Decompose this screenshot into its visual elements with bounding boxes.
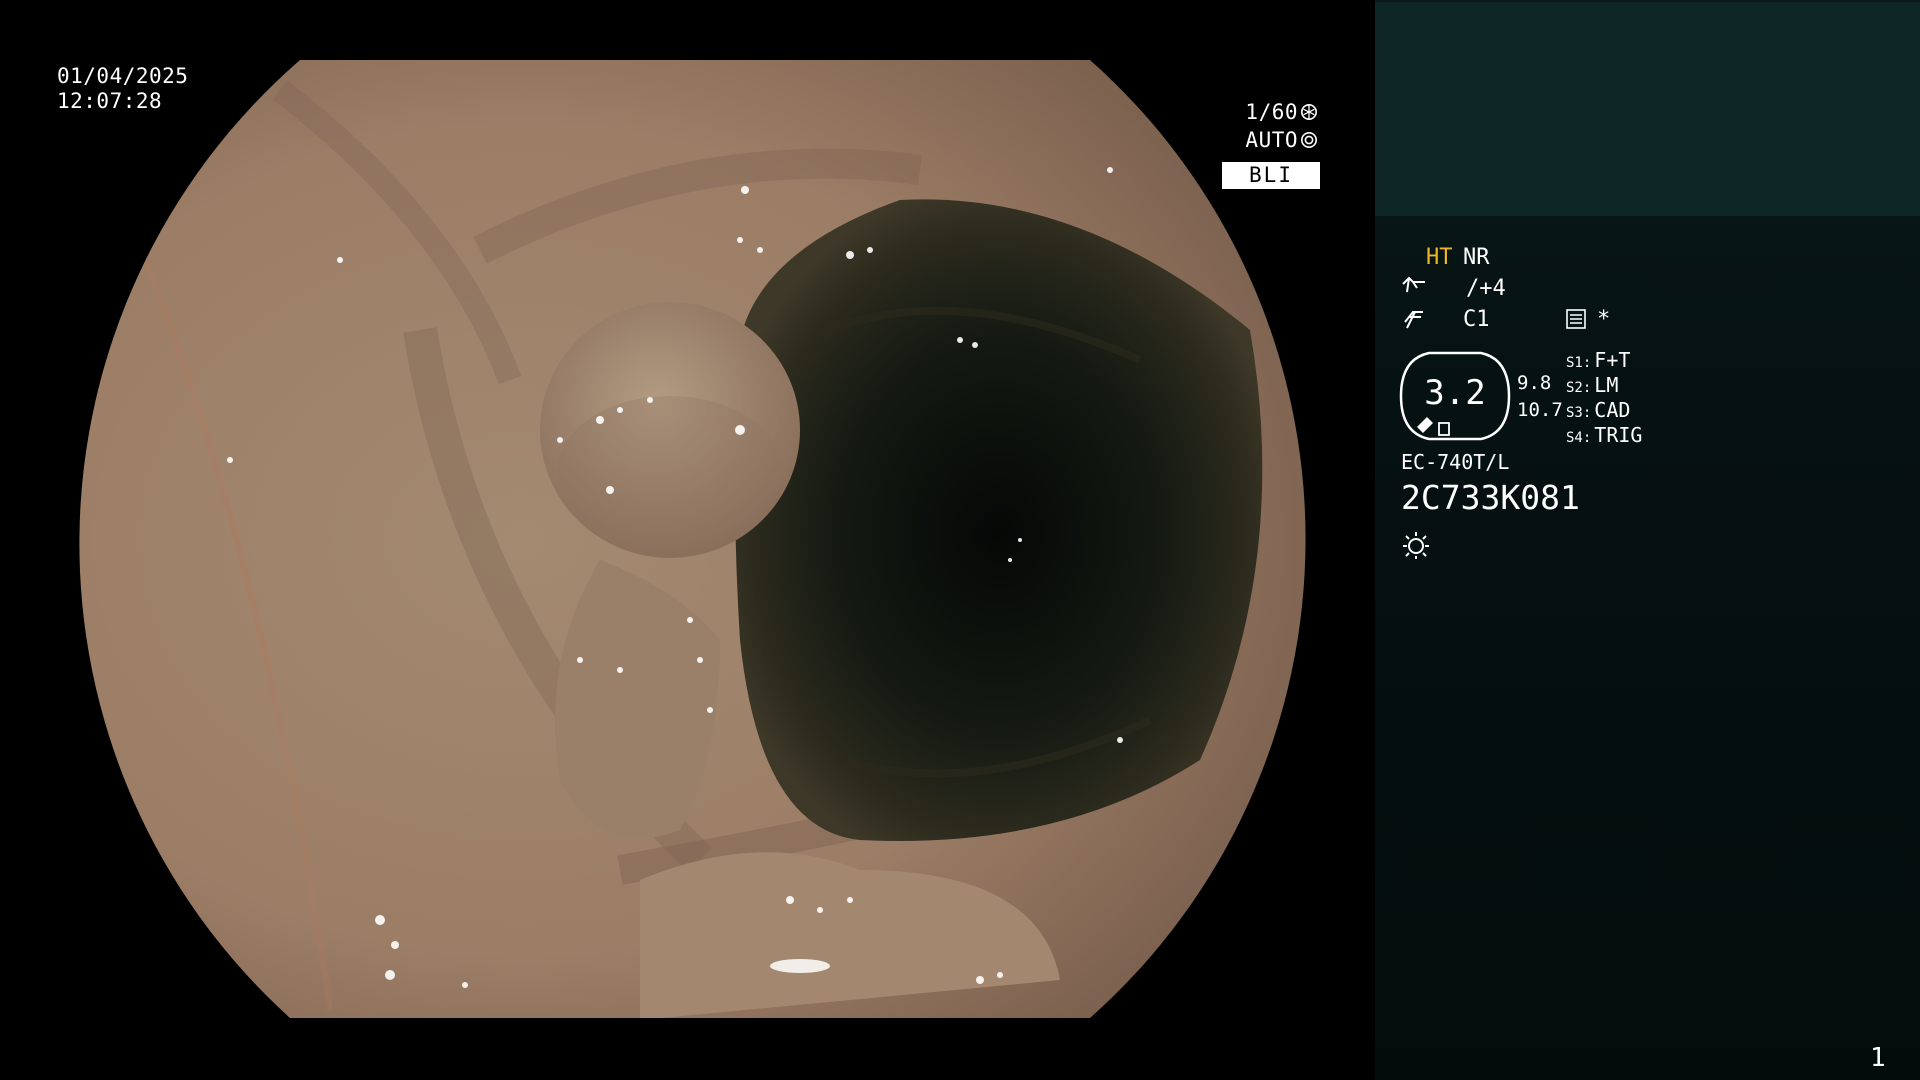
switch-s1: S1: F+T (1566, 348, 1630, 375)
light-mode-badge: BLI (1222, 162, 1320, 189)
page-number: 1 (1870, 1043, 1886, 1073)
switch-s4: S4: TRIG (1566, 423, 1642, 450)
switch-key: S2: (1566, 380, 1592, 396)
exposure-info: 1/60 AUTO (1245, 98, 1318, 154)
shutter-speed-text: 1/60 (1245, 99, 1298, 124)
date-text: 01/04/2025 (57, 64, 189, 88)
enhancement-value: /+4 (1466, 276, 1506, 301)
iris-gauge: 3.2 (1399, 351, 1511, 441)
switch-value: TRIG (1594, 423, 1643, 447)
switch-value: LM (1594, 373, 1619, 397)
switch-key: S4: (1566, 430, 1592, 446)
switch-s2: S2: LM (1566, 373, 1618, 400)
settings-menu-icon (1566, 309, 1586, 329)
structure-enhancement-icon (1402, 276, 1425, 293)
endoscope-view: 01/04/2025 12:07:28 1/60 AUTO BLI (0, 0, 1375, 1080)
endoscopic-image (79, 60, 1306, 1018)
iris-reading-b: 10.7 (1517, 399, 1563, 421)
iris-value: 3.2 (1424, 373, 1486, 413)
light-source-icon (1403, 532, 1429, 559)
scope-serial: 2C733K081 (1401, 478, 1580, 517)
auto-exposure-icon (1300, 131, 1318, 149)
switch-s3: S3: CAD (1566, 398, 1630, 425)
color-mode-icon (1404, 311, 1423, 329)
ht-indicator: HT (1426, 245, 1453, 270)
switch-key: S3: (1566, 405, 1592, 421)
time-text: 12:07:28 (57, 89, 163, 113)
shutter-icon (1300, 103, 1318, 121)
color-mode-value: C1 (1463, 307, 1490, 332)
switch-key: S1: (1566, 355, 1592, 371)
info-panel: HT NR /+4 C1 * 3.2 9.8 10.7 S1: F+T S2: LM… (1375, 0, 1920, 1080)
scope-model: EC-740T/L (1401, 450, 1510, 474)
exposure-mode-text: AUTO (1245, 127, 1298, 152)
nr-indicator: NR (1463, 245, 1490, 270)
iris-reading-a: 9.8 (1517, 372, 1552, 394)
asterisk-indicator: * (1597, 307, 1611, 332)
panel-header-area (1375, 2, 1920, 216)
switch-value: CAD (1594, 398, 1631, 422)
date-time-display: 01/04/2025 12:07:28 (57, 64, 188, 114)
switch-value: F+T (1594, 348, 1631, 372)
